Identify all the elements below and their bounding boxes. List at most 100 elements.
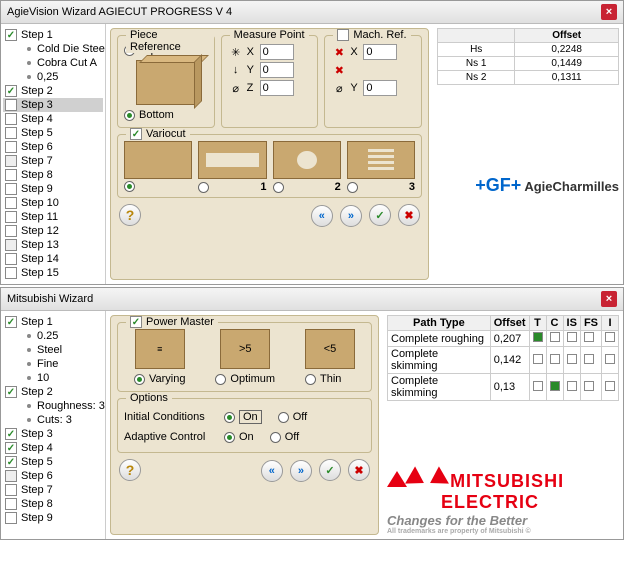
first-button[interactable]: «	[311, 205, 333, 227]
tree-step13[interactable]: Step 13	[3, 238, 103, 252]
measure-z-input[interactable]	[260, 80, 294, 96]
checkbox-fs[interactable]	[584, 332, 594, 342]
variocut-option-2[interactable]: 2	[273, 141, 341, 193]
help-button[interactable]: ?	[119, 204, 141, 226]
tree-step3[interactable]: Step 3	[3, 98, 103, 112]
tree-step1[interactable]: Step 1	[3, 315, 103, 329]
variocut-option-3[interactable]: 3	[347, 141, 415, 193]
init-off[interactable]: Off	[278, 410, 307, 424]
ok-button[interactable]: ✓	[369, 204, 391, 226]
table-row[interactable]: Complete skimming0,142	[388, 347, 619, 374]
tree-step5[interactable]: Step 5	[3, 126, 103, 140]
measure-y-input[interactable]	[260, 62, 294, 78]
next-button[interactable]: »	[290, 460, 312, 482]
cancel-button[interactable]: ✖	[398, 204, 420, 226]
tree-step1[interactable]: Step 1	[3, 28, 103, 42]
tree-step8[interactable]: Step 8	[3, 497, 103, 511]
table-row[interactable]: Ns 20,1311	[438, 71, 619, 85]
checkbox-t[interactable]	[533, 354, 543, 364]
tree-step5[interactable]: Step 5	[3, 455, 103, 469]
tree-step11[interactable]: Step 11	[3, 210, 103, 224]
mach-ref-checkbox[interactable]	[337, 29, 349, 41]
pm-checkbox[interactable]	[130, 316, 142, 328]
mach-y-input[interactable]	[363, 80, 397, 96]
group-title: Power Master	[126, 316, 218, 328]
table-row[interactable]: Complete roughing0,207	[388, 331, 619, 347]
checkbox-is[interactable]	[567, 354, 577, 364]
checkbox-c[interactable]	[550, 332, 560, 342]
check-icon	[5, 141, 17, 153]
radio-icon	[278, 412, 289, 423]
step-tree[interactable]: Step 1 Cold Die Steel Cobra Cut A 0,25 S…	[1, 24, 106, 284]
radio-bottom[interactable]: Bottom	[124, 109, 208, 121]
close-button[interactable]: ×	[601, 4, 617, 20]
tree-step4[interactable]: Step 4	[3, 112, 103, 126]
checkbox-c[interactable]	[550, 354, 560, 364]
tree-sub[interactable]: Steel	[3, 343, 103, 357]
mitsubishi-window: Mitsubishi Wizard × Step 1 0.25 Steel Fi…	[0, 287, 624, 540]
checkbox-is[interactable]	[567, 381, 577, 391]
pm-varying[interactable]: ≡Varying	[134, 329, 185, 387]
pm-optimum[interactable]: >5Optimum	[215, 329, 275, 387]
close-button[interactable]: ×	[601, 291, 617, 307]
tree-sub[interactable]: Cuts: 3	[3, 413, 103, 427]
tree-step10[interactable]: Step 10	[3, 196, 103, 210]
checkbox-c[interactable]	[550, 381, 560, 391]
tree-step2[interactable]: Step 2	[3, 84, 103, 98]
checkbox-is[interactable]	[567, 332, 577, 342]
tree-step9[interactable]: Step 9	[3, 182, 103, 196]
variocut-option-1[interactable]: 1	[198, 141, 266, 193]
shape-icon	[347, 141, 415, 179]
checkbox-fs[interactable]	[584, 381, 594, 391]
tree-step3[interactable]: Step 3	[3, 427, 103, 441]
radio-icon	[224, 432, 235, 443]
tree-step9[interactable]: Step 9	[3, 511, 103, 525]
checkbox-i[interactable]	[605, 381, 615, 391]
tree-step2[interactable]: Step 2	[3, 385, 103, 399]
tree-sub[interactable]: Fine	[3, 357, 103, 371]
tree-step7[interactable]: Step 7	[3, 483, 103, 497]
tree-step8[interactable]: Step 8	[3, 168, 103, 182]
help-button[interactable]: ?	[119, 459, 141, 481]
next-button[interactable]: »	[340, 205, 362, 227]
measure-x-input[interactable]	[260, 44, 294, 60]
tree-step7[interactable]: Step 7	[3, 154, 103, 168]
tree-sub[interactable]: Cold Die Steel	[3, 42, 103, 56]
ok-button[interactable]: ✓	[319, 459, 341, 481]
measure-point-group: Measure Point ✳X ↓Y ⌀Z	[221, 35, 319, 128]
tree-sub[interactable]: 0,25	[3, 70, 103, 84]
step-tree[interactable]: Step 1 0.25 Steel Fine 10 Step 2 Roughne…	[1, 311, 106, 539]
check-icon	[5, 169, 17, 181]
init-on[interactable]: On	[224, 410, 262, 424]
probe-icon: ⌀	[331, 80, 347, 96]
first-button[interactable]: «	[261, 460, 283, 482]
checkbox-i[interactable]	[605, 354, 615, 364]
checkbox-t[interactable]	[533, 332, 543, 342]
table-row[interactable]: Ns 10,1449	[438, 57, 619, 71]
ref-icon: ✖	[331, 44, 347, 60]
checkbox-t[interactable]	[533, 381, 543, 391]
table-row[interactable]: Hs0,2248	[438, 43, 619, 57]
tree-step12[interactable]: Step 12	[3, 224, 103, 238]
tree-step15[interactable]: Step 15	[3, 266, 103, 280]
variocut-checkbox[interactable]	[130, 128, 142, 140]
tree-sub[interactable]: 10	[3, 371, 103, 385]
adapt-on[interactable]: On	[224, 431, 254, 443]
tree-sub[interactable]: Cobra Cut A	[3, 56, 103, 70]
cancel-button[interactable]: ✖	[348, 459, 370, 481]
variocut-option-0[interactable]	[124, 141, 192, 193]
pm-thin[interactable]: <5Thin	[305, 329, 355, 387]
adapt-off[interactable]: Off	[270, 431, 299, 443]
tree-step4[interactable]: Step 4	[3, 441, 103, 455]
check-icon	[5, 428, 17, 440]
table-row[interactable]: Complete skimming0,13	[388, 374, 619, 401]
tree-step14[interactable]: Step 14	[3, 252, 103, 266]
tree-step6[interactable]: Step 6	[3, 140, 103, 154]
checkbox-i[interactable]	[605, 332, 615, 342]
tree-sub[interactable]: Roughness: 3	[3, 399, 103, 413]
mach-x-input[interactable]	[363, 44, 397, 60]
tree-sub[interactable]: 0.25	[3, 329, 103, 343]
tree-step6[interactable]: Step 6	[3, 469, 103, 483]
check-icon	[5, 127, 17, 139]
checkbox-fs[interactable]	[584, 354, 594, 364]
